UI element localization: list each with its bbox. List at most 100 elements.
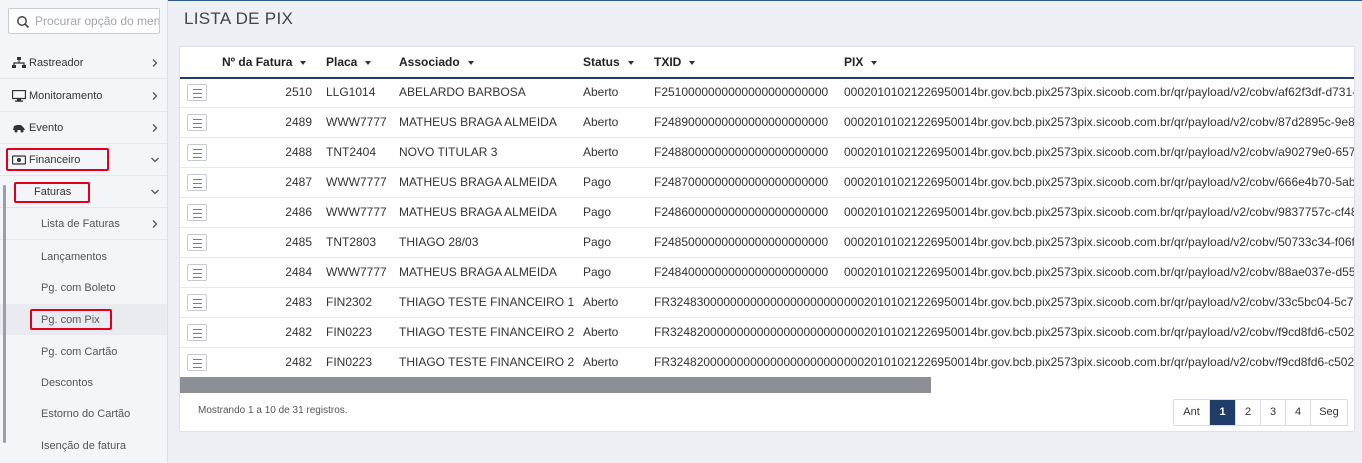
- column-header-placa[interactable]: Placa: [326, 47, 372, 78]
- pagination-page-2[interactable]: 2: [1236, 400, 1261, 425]
- cell-status: Aberto: [583, 145, 619, 159]
- column-header-pix[interactable]: PIX: [844, 47, 878, 78]
- cell-pix: 00020101021226950014br.gov.bcb.pix2573pi…: [844, 295, 1355, 309]
- subitem-pg-com-pix[interactable]: Pg. com Pix: [0, 304, 167, 335]
- car-icon: [13, 124, 25, 132]
- cell-placa: TNT2803: [326, 235, 377, 249]
- cell-associado: MATHEUS BRAGA ALMEIDA: [399, 205, 557, 219]
- subitem-label: Estorno do Cartão: [41, 407, 131, 420]
- table-row: 2482 FIN0223 THIAGO TESTE FINANCEIRO 2 Aber…: [180, 348, 1355, 377]
- cell-associado: NOVO TITULAR 3: [399, 145, 498, 159]
- chevron-right-icon: [152, 123, 158, 132]
- subitem-label: Pg. com Pix: [41, 313, 100, 326]
- row-menu-icon[interactable]: [187, 324, 207, 341]
- sidebar-scrollbar[interactable]: [3, 185, 6, 443]
- pagination-next[interactable]: Seg: [1311, 400, 1347, 425]
- column-header-associado[interactable]: Associado: [399, 47, 474, 78]
- cell-pix: 00020101021226950014br.gov.bcb.pix2573pi…: [844, 205, 1355, 219]
- cell-txid: FR32482000000000000000000000: [654, 325, 844, 339]
- menu-search-input[interactable]: [35, 11, 159, 31]
- horizontal-scrollbar[interactable]: [180, 377, 931, 393]
- subitem-estorno-do-cartao[interactable]: Estorno do Cartão: [0, 398, 167, 429]
- subitem-pg-com-boleto[interactable]: Pg. com Boleto: [0, 272, 167, 303]
- cell-status: Pago: [583, 235, 612, 249]
- cell-fatura: 2510: [285, 85, 312, 99]
- cell-status: Aberto: [583, 295, 619, 309]
- chevron-down-icon: [151, 157, 159, 162]
- subitem-descontos[interactable]: Descontos: [0, 367, 167, 398]
- cell-txid: F2489000000000000000000000: [654, 115, 829, 129]
- column-header-fatura[interactable]: Nº da Fatura: [222, 47, 307, 78]
- table-row: 2482 FIN0223 THIAGO TESTE FINANCEIRO 2 Aber…: [180, 318, 1354, 348]
- table-row: 2486 WWW7777 MATHEUS BRAGA ALMEIDA Pago F248…: [180, 198, 1355, 228]
- cell-txid: F2484000000000000000000000: [654, 265, 829, 279]
- cell-associado: ABELARDO BARBOSA: [399, 85, 526, 99]
- cell-placa: WWW7777: [326, 175, 387, 189]
- pagination-prev[interactable]: Ant: [1174, 400, 1210, 425]
- cell-placa: WWW7777: [326, 265, 387, 279]
- cell-status: Pago: [583, 205, 612, 219]
- cell-fatura: 2489: [285, 115, 312, 129]
- sort-caret-icon: [689, 60, 696, 65]
- cell-pix: 00020101021226950014br.gov.bcb.pix2573pi…: [844, 85, 1355, 99]
- cell-pix: 00020101021226950014br.gov.bcb.pix2573pi…: [844, 265, 1355, 279]
- cell-txid: F2510000000000000000000000: [654, 85, 829, 99]
- table-row: 2510 LLG1014 ABELARDO BARBOSA Aberto F251000…: [180, 78, 1355, 108]
- cell-txid: FR32482000000000000000000000: [654, 355, 844, 369]
- row-menu-icon[interactable]: [187, 174, 207, 191]
- menu-item-monitoramento[interactable]: Monitoramento: [0, 80, 167, 112]
- submenu-label: Faturas: [34, 185, 72, 198]
- cell-fatura: 2483: [285, 295, 312, 309]
- subitem-lista-de-faturas[interactable]: Lista de Faturas: [0, 209, 167, 240]
- column-header-txid[interactable]: TXID: [654, 47, 696, 78]
- chevron-right-icon: [152, 220, 158, 228]
- sitemap-icon: [12, 56, 26, 68]
- cell-associado: MATHEUS BRAGA ALMEIDA: [399, 115, 557, 129]
- menu-item-label: Rastreador: [29, 56, 84, 69]
- row-menu-icon[interactable]: [187, 144, 207, 161]
- row-menu-icon[interactable]: [187, 204, 207, 221]
- pagination-page-1[interactable]: 1: [1210, 400, 1236, 425]
- table-row: 2487 WWW7777 MATHEUS BRAGA ALMEIDA Pago F248…: [180, 168, 1354, 198]
- chevron-down-icon: [151, 189, 159, 194]
- chevron-right-icon: [152, 58, 158, 67]
- cell-placa: WWW7777: [326, 205, 387, 219]
- cell-fatura: 2482: [285, 355, 312, 369]
- table-row: 2488 TNT2404 NOVO TITULAR 3 Aberto F24880000…: [180, 138, 1354, 168]
- cell-fatura: 2484: [285, 265, 312, 279]
- top-border: [168, 0, 1362, 1]
- monitor-icon: [12, 89, 26, 102]
- cell-status: Aberto: [583, 115, 619, 129]
- cell-txid: F2486000000000000000000000: [654, 205, 829, 219]
- row-menu-icon[interactable]: [187, 354, 207, 371]
- row-menu-icon[interactable]: [187, 264, 207, 281]
- subitem-label: Lista de Faturas: [41, 218, 120, 230]
- row-menu-icon[interactable]: [187, 234, 207, 251]
- subitem-lancamentos[interactable]: Lançamentos: [0, 241, 167, 272]
- submenu-faturas[interactable]: Faturas: [0, 176, 167, 208]
- cell-placa: LLG1014: [326, 85, 376, 99]
- pagination-page-3[interactable]: 3: [1261, 400, 1286, 425]
- cell-fatura: 2486: [285, 205, 312, 219]
- table-row: 2484 WWW7777 MATHEUS BRAGA ALMEIDA Pago F248…: [180, 258, 1355, 288]
- search-icon: [17, 16, 30, 29]
- sort-caret-icon: [871, 60, 878, 65]
- pagination-page-4[interactable]: 4: [1286, 400, 1311, 425]
- column-header-status[interactable]: Status: [583, 47, 634, 78]
- table-info: Mostrando 1 a 10 de 31 registros.: [198, 405, 348, 416]
- sort-caret-icon: [300, 60, 307, 65]
- cell-associado: THIAGO TESTE FINANCEIRO 2: [399, 355, 575, 369]
- row-menu-icon[interactable]: [187, 84, 207, 101]
- row-menu-icon[interactable]: [187, 294, 207, 311]
- menu-item-rastreador[interactable]: Rastreador: [0, 47, 167, 79]
- menu-item-financeiro[interactable]: Financeiro: [0, 144, 167, 176]
- subitem-label: Pg. com Cartão: [41, 345, 118, 358]
- sort-caret-icon: [365, 60, 372, 65]
- cell-pix: 00020101021226950014br.gov.bcb.pix2573pi…: [844, 355, 1355, 369]
- menu-item-label: Evento: [29, 121, 64, 134]
- subitem-pg-com-cartao[interactable]: Pg. com Cartão: [0, 336, 167, 367]
- row-menu-icon[interactable]: [187, 114, 207, 131]
- subitem-isencao-de-fatura[interactable]: Isenção de fatura: [0, 430, 167, 461]
- menu-item-evento[interactable]: Evento: [0, 112, 167, 144]
- page-title: LISTA DE PIX: [184, 9, 294, 28]
